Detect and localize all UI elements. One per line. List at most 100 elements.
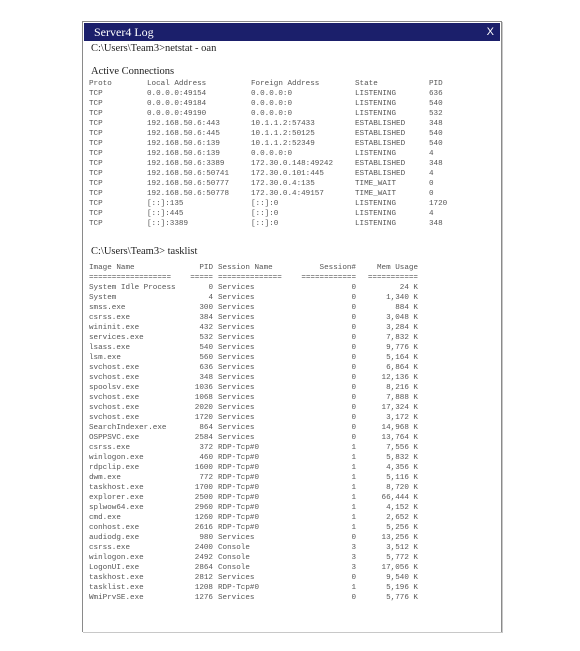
image-name-cell: splwow64.exe — [89, 504, 144, 512]
tasklist-row: splwow64.exe 2960 RDP-Tcp#0 1 4,152 K — [83, 503, 501, 513]
foreign-address-cell: 10.1.1.2:57433 — [251, 120, 315, 128]
session-name-cell: Services — [218, 344, 255, 352]
pid-cell: 4 — [429, 170, 434, 178]
local-address-cell: 192.168.50.6:50777 — [147, 180, 230, 188]
session-number-cell: 0 — [351, 404, 356, 412]
mem-usage-cell: 24 K — [399, 284, 418, 292]
session-name-cell: Services — [218, 534, 255, 542]
pid-cell: 348 — [429, 160, 443, 168]
proto-cell: TCP — [89, 140, 103, 148]
session-name-cell: Services — [218, 574, 255, 582]
foreign-address-cell: 172.30.0.148:49242 — [251, 160, 334, 168]
pid-cell: 2864 — [194, 564, 213, 572]
session-number-cell: 3 — [351, 554, 356, 562]
mem-usage-cell: 4,356 K — [386, 464, 418, 472]
separator: ============== — [218, 274, 282, 282]
session-number-cell: 1 — [351, 524, 356, 532]
image-name-cell: services.exe — [89, 334, 144, 342]
image-name-cell: rdpclip.exe — [89, 464, 140, 472]
session-number-cell: 0 — [351, 374, 356, 382]
tasklist-row: WmiPrvSE.exe 1276 Services 0 5,776 K — [83, 593, 501, 603]
pid-cell: 540 — [429, 130, 443, 138]
session-number-cell: 0 — [351, 424, 356, 432]
session-number-cell: 0 — [351, 334, 356, 342]
pid-cell: 2584 — [194, 434, 213, 442]
log-window: Server4 Log X C:\Users\Team3>netstat - o… — [82, 21, 502, 632]
image-name-cell: svchost.exe — [89, 414, 140, 422]
separator: ===== — [190, 274, 213, 282]
image-name-cell: csrss.exe — [89, 444, 131, 452]
image-name-cell: System Idle Process — [89, 284, 176, 292]
netstat-row: TCP 192.168.50.6:50777 172.30.0.4:135 TIME_… — [83, 179, 501, 189]
local-address-cell: [::]:445 — [147, 210, 184, 218]
tasklist-row: svchost.exe 636 Services 0 6,864 K — [83, 363, 501, 373]
col-local-address: Local Address — [147, 80, 207, 88]
session-number-cell: 0 — [351, 434, 356, 442]
pid-cell: 1208 — [194, 584, 213, 592]
image-name-cell: svchost.exe — [89, 374, 140, 382]
session-number-cell: 1 — [351, 474, 356, 482]
foreign-address-cell: 172.30.0.4:135 — [251, 180, 315, 188]
pid-cell: 560 — [199, 354, 213, 362]
mem-usage-cell: 4,152 K — [386, 504, 418, 512]
tasklist-row: taskhost.exe 1700 RDP-Tcp#0 1 8,720 K — [83, 483, 501, 493]
session-number-cell: 1 — [351, 444, 356, 452]
image-name-cell: SearchIndexer.exe — [89, 424, 167, 432]
session-name-cell: Services — [218, 334, 255, 342]
local-address-cell: 192.168.50.6:50778 — [147, 190, 230, 198]
col-pid: PID — [199, 264, 213, 272]
foreign-address-cell: 0.0.0.0:0 — [251, 110, 293, 118]
pid-cell: 636 — [429, 90, 443, 98]
mem-usage-cell: 8,720 K — [386, 484, 418, 492]
tasklist-row: svchost.exe 348 Services 0 12,136 K — [83, 373, 501, 383]
tasklist-row: svchost.exe 1068 Services 0 7,888 K — [83, 393, 501, 403]
local-address-cell: [::]:135 — [147, 200, 184, 208]
session-number-cell: 0 — [351, 364, 356, 372]
session-name-cell: Console — [218, 554, 250, 562]
col-foreign-address: Foreign Address — [251, 80, 320, 88]
session-number-cell: 3 — [351, 564, 356, 572]
mem-usage-cell: 12,136 K — [381, 374, 418, 382]
pid-cell: 2400 — [194, 544, 213, 552]
pid-cell: 540 — [199, 344, 213, 352]
session-name-cell: Services — [218, 374, 255, 382]
col-state: State — [355, 80, 378, 88]
netstat-row: TCP 192.168.50.6:443 10.1.1.2:57433 ESTABLI… — [83, 119, 501, 129]
image-name-cell: spoolsv.exe — [89, 384, 140, 392]
netstat-row: TCP [::]:135 [::]:0 LISTENING 1720 — [83, 199, 501, 209]
netstat-row: TCP 0.0.0.0:49184 0.0.0.0:0 LISTENING 540 — [83, 99, 501, 109]
mem-usage-cell: 3,284 K — [386, 324, 418, 332]
image-name-cell: conhost.exe — [89, 524, 140, 532]
image-name-cell: winlogon.exe — [89, 554, 144, 562]
mem-usage-cell: 6,864 K — [386, 364, 418, 372]
tasklist-row: System 4 Services 0 1,340 K — [83, 293, 501, 303]
pid-cell: 1068 — [194, 394, 213, 402]
tasklist-command: C:\Users\Team3> tasklist — [91, 246, 198, 257]
pid-cell: 348 — [429, 120, 443, 128]
session-name-cell: RDP-Tcp#0 — [218, 474, 260, 482]
session-name-cell: Console — [218, 564, 250, 572]
netstat-row: TCP 192.168.50.6:445 10.1.1.2:50125 ESTABLI… — [83, 129, 501, 139]
col-session-name: Session Name — [218, 264, 273, 272]
proto-cell: TCP — [89, 100, 103, 108]
pid-cell: 1260 — [194, 514, 213, 522]
foreign-address-cell: 172.30.0.101:445 — [251, 170, 324, 178]
close-icon[interactable]: X — [485, 26, 496, 38]
mem-usage-cell: 884 K — [395, 304, 418, 312]
tasklist-table: Image Name PID Session Name Session# Mem… — [83, 263, 501, 603]
state-cell: LISTENING — [355, 100, 397, 108]
pid-cell: 432 — [199, 324, 213, 332]
title-bar[interactable]: Server4 Log X — [84, 23, 500, 41]
mem-usage-cell: 3,172 K — [386, 414, 418, 422]
netstat-row: TCP 192.168.50.6:139 10.1.1.2:52349 ESTABLI… — [83, 139, 501, 149]
mem-usage-cell: 17,324 K — [381, 404, 418, 412]
state-cell: LISTENING — [355, 220, 397, 228]
session-name-cell: RDP-Tcp#0 — [218, 484, 260, 492]
mem-usage-cell: 13,764 K — [381, 434, 418, 442]
mem-usage-cell: 5,832 K — [386, 454, 418, 462]
pid-cell: 1700 — [194, 484, 213, 492]
pid-cell: 2616 — [194, 524, 213, 532]
state-cell: ESTABLISHED — [355, 120, 406, 128]
mem-usage-cell: 14,968 K — [381, 424, 418, 432]
session-name-cell: Services — [218, 414, 255, 422]
